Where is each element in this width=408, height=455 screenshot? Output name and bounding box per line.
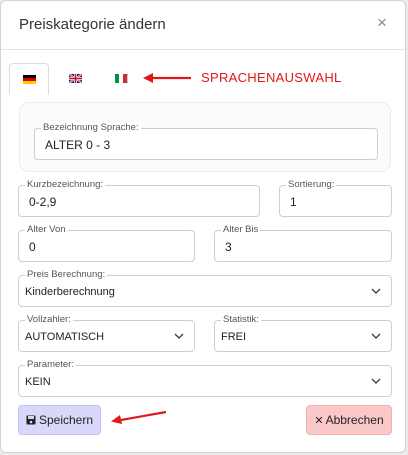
german-flag-icon xyxy=(22,74,36,84)
save-button[interactable]: Speichern xyxy=(18,405,101,435)
vollzahler-label: Vollzahler: xyxy=(25,314,73,326)
kurzbezeichnung-value: 0-2,9 xyxy=(29,195,57,209)
chevron-down-icon xyxy=(371,333,381,339)
sortierung-field[interactable]: Sortierung: 1 xyxy=(279,179,392,217)
tab-language-it[interactable] xyxy=(101,63,141,93)
close-icon[interactable]: × xyxy=(373,14,391,32)
tab-language-en[interactable] xyxy=(55,63,95,93)
parameter-select[interactable]: Parameter: KEIN xyxy=(18,359,392,397)
edit-price-category-dialog: Preiskategorie ändern × SPRACHENAUSWAHL … xyxy=(0,0,406,453)
italian-flag-icon xyxy=(114,73,128,83)
statistik-value: FREI xyxy=(221,331,247,343)
bezeichnung-sprache-label: Bezeichnung Sprache: xyxy=(41,122,141,134)
save-button-label: Speichern xyxy=(38,413,94,427)
british-flag-icon xyxy=(68,73,82,83)
floppy-disk-icon xyxy=(26,415,36,425)
bezeichnung-sprache-value: ALTER 0 - 3 xyxy=(45,138,111,152)
parameter-value: KEIN xyxy=(25,376,51,388)
annotation-arrow-icon xyxy=(143,73,191,83)
alter-bis-field[interactable]: Alter Bis 3 xyxy=(214,224,392,262)
cancel-button-label: Abbrechen xyxy=(325,413,384,427)
vollzahler-select[interactable]: Vollzahler: AUTOMATISCH xyxy=(18,314,195,352)
language-panel: Bezeichnung Sprache: ALTER 0 - 3 xyxy=(19,102,391,172)
dialog-header: Preiskategorie ändern × xyxy=(1,1,405,50)
statistik-select[interactable]: Statistik: FREI xyxy=(214,314,392,352)
x-icon: ✕ xyxy=(314,414,324,427)
language-selection-annotation: SPRACHENAUSWAHL xyxy=(201,70,342,85)
annotation-arrow-icon xyxy=(111,410,167,424)
alter-von-value: 0 xyxy=(29,240,36,254)
dialog-title: Preiskategorie ändern xyxy=(19,16,166,33)
parameter-label: Parameter: xyxy=(25,359,76,371)
tab-language-de[interactable] xyxy=(9,63,49,95)
kurzbezeichnung-field[interactable]: Kurzbezeichnung: 0-2,9 xyxy=(18,179,260,217)
alter-bis-label: Alter Bis xyxy=(221,224,261,236)
alter-bis-value: 3 xyxy=(225,240,232,254)
preis-berechnung-label: Preis Berechnung: xyxy=(25,269,108,281)
sortierung-value: 1 xyxy=(290,195,297,209)
alter-von-field[interactable]: Alter Von 0 xyxy=(18,224,195,262)
cancel-button[interactable]: ✕ Abbrechen xyxy=(306,405,392,435)
bezeichnung-sprache-field[interactable]: Bezeichnung Sprache: ALTER 0 - 3 xyxy=(34,122,378,160)
chevron-down-icon xyxy=(174,333,184,339)
preis-berechnung-value: Kinderberechnung xyxy=(25,286,115,298)
chevron-down-icon xyxy=(371,378,381,384)
chevron-down-icon xyxy=(371,288,381,294)
alter-von-label: Alter Von xyxy=(25,224,68,236)
preis-berechnung-select[interactable]: Preis Berechnung: Kinderberechnung xyxy=(18,269,392,307)
vollzahler-value: AUTOMATISCH xyxy=(25,331,105,343)
statistik-label: Statistik: xyxy=(221,314,261,326)
kurzbezeichnung-label: Kurzbezeichnung: xyxy=(25,179,106,191)
sortierung-label: Sortierung: xyxy=(286,179,337,191)
